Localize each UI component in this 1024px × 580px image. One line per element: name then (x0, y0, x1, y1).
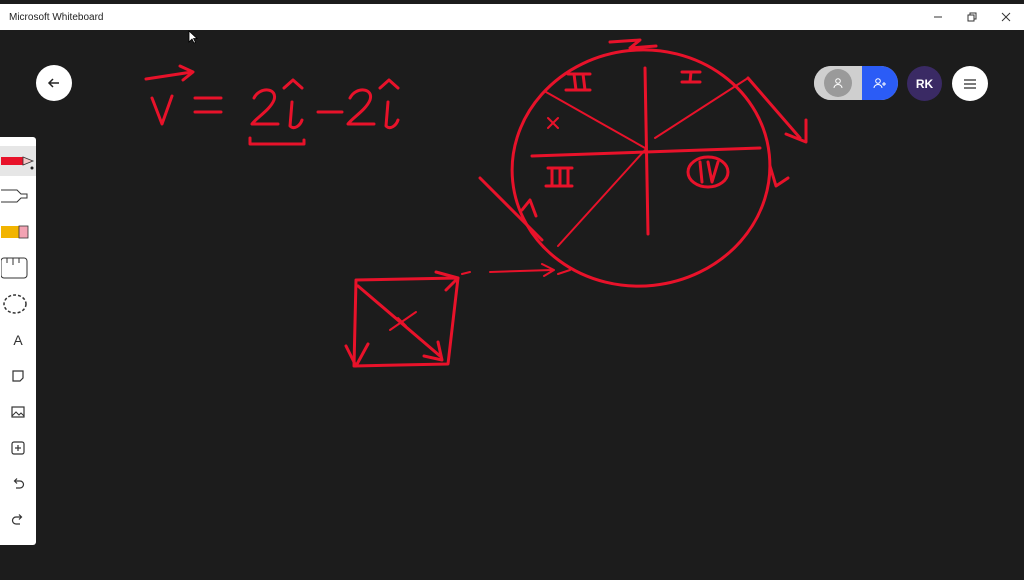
close-icon (1001, 12, 1011, 22)
menu-button[interactable] (952, 66, 988, 101)
restore-icon (967, 12, 977, 22)
mouse-cursor-icon (188, 30, 198, 44)
image-tool[interactable] (0, 397, 36, 427)
eraser-tool[interactable] (0, 217, 36, 247)
eraser-icon (1, 225, 29, 239)
plus-icon (11, 441, 25, 455)
collaborators-toggle[interactable] (814, 66, 898, 100)
undo-icon (13, 478, 25, 489)
invite-button[interactable] (862, 66, 898, 100)
tool-palette: A (0, 137, 36, 545)
ruler-icon (1, 257, 28, 279)
window-title: Microsoft Whiteboard (9, 11, 104, 23)
hamburger-icon (964, 78, 976, 89)
ruler-tool[interactable] (0, 253, 36, 283)
avatar[interactable]: RK (907, 66, 942, 101)
highlighter-icon (1, 189, 28, 203)
person-add-icon (873, 78, 886, 89)
note-tool[interactable] (0, 361, 36, 391)
person-icon (833, 78, 843, 89)
text-tool[interactable]: A (0, 325, 36, 355)
image-icon (11, 406, 25, 418)
red-pen-tool[interactable] (0, 146, 36, 176)
title-bar: Microsoft Whiteboard (0, 4, 1024, 30)
lasso-icon (3, 294, 27, 314)
redo-icon (11, 514, 23, 525)
insert-tool[interactable] (0, 433, 36, 463)
restore-button[interactable] (955, 4, 989, 30)
note-icon (12, 370, 24, 382)
minimize-icon (934, 16, 942, 18)
minimize-button[interactable] (921, 4, 955, 30)
arrow-left-icon (47, 78, 59, 88)
redo-tool[interactable] (0, 505, 36, 535)
undo-tool[interactable] (0, 469, 36, 499)
participants-button[interactable] (814, 66, 862, 100)
back-button[interactable] (36, 65, 72, 101)
pen-icon (1, 156, 35, 170)
lasso-tool[interactable] (0, 289, 36, 319)
text-icon: A (13, 332, 23, 348)
whiteboard-canvas[interactable] (0, 30, 1024, 580)
highlighter-tool[interactable] (0, 181, 36, 211)
close-button[interactable] (989, 4, 1023, 30)
